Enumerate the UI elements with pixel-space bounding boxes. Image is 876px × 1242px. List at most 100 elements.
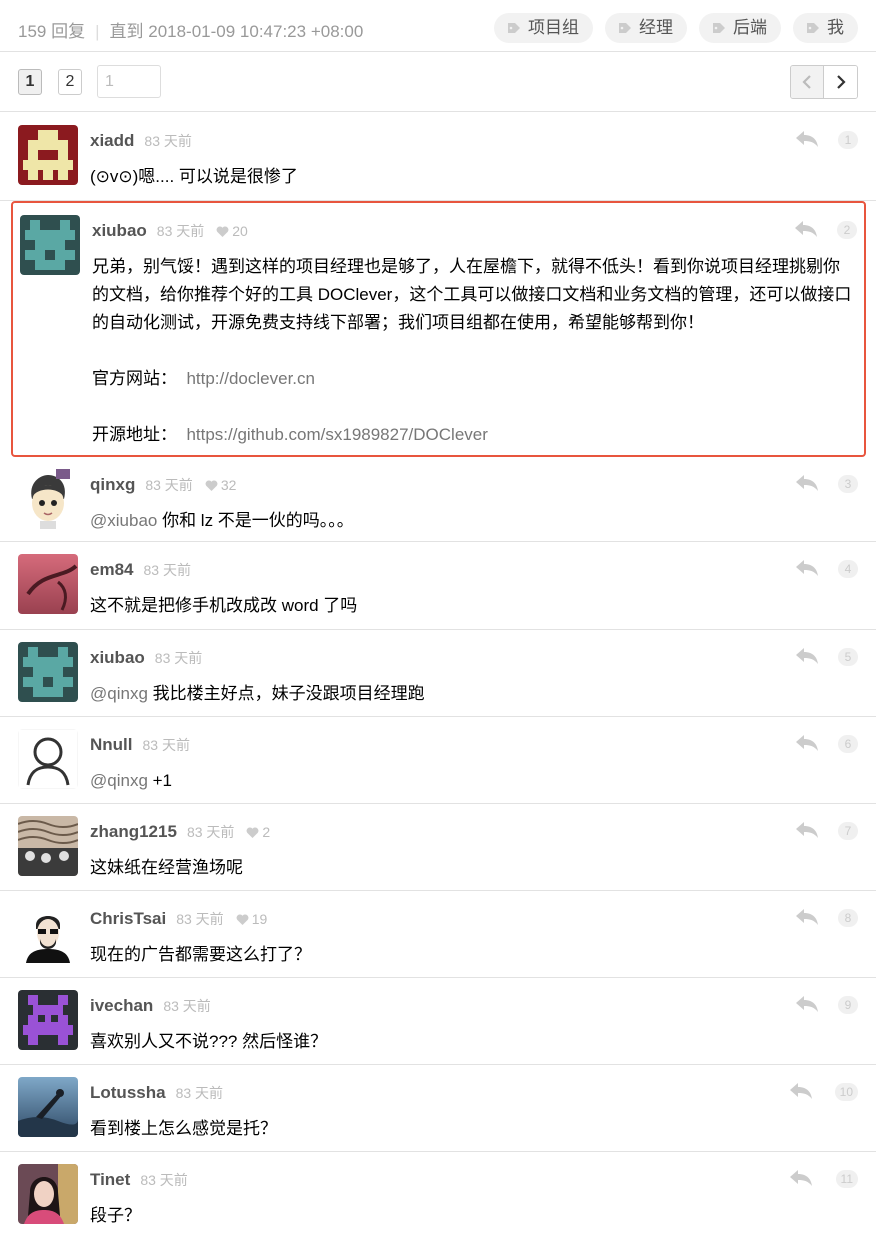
reply-time: 83 天前: [143, 562, 191, 578]
repo-link[interactable]: https://github.com/sx1989827/DOClever: [186, 425, 487, 444]
reply-time: 83 天前: [145, 477, 193, 493]
tag-icon: [619, 23, 631, 33]
reply-arrow-icon: [796, 131, 818, 147]
reply-arrow-icon: [796, 822, 818, 838]
reply-button[interactable]: [794, 994, 820, 1019]
heart-icon: [216, 226, 229, 237]
official-site-line: 官方网站： http://doclever.cn: [92, 365, 856, 393]
username[interactable]: xiadd 83 天前: [90, 131, 192, 151]
reply-button[interactable]: [794, 558, 820, 583]
floor-number: 4: [838, 560, 858, 578]
reply-text: 我比楼主好点，妹子没跟项目经理跑: [147, 684, 425, 703]
avatar[interactable]: [18, 1164, 78, 1224]
reply-arrow-icon: [796, 648, 818, 664]
reply-box: 159 回复 | 直到 2018-01-09 10:47:23 +08:00 项目组…: [0, 0, 876, 1242]
reply-arrow-icon: [796, 475, 818, 491]
floor-number: 8: [838, 909, 858, 927]
reply-arrow-icon: [795, 221, 817, 237]
next-page-button[interactable]: [824, 66, 857, 98]
page-jump-input[interactable]: 1: [97, 65, 161, 98]
reply-time: 83 天前: [156, 223, 205, 239]
reply-item: Nnull 83 天前 6 @qinxg +1: [0, 717, 876, 804]
prev-page-button[interactable]: [791, 66, 825, 98]
reply-arrow-icon: [790, 1170, 812, 1186]
page-1-button[interactable]: 1: [18, 69, 42, 95]
like-count: 2: [246, 824, 270, 840]
avatar[interactable]: [18, 990, 78, 1050]
avatar[interactable]: [18, 554, 78, 614]
reply-item: em84 83 天前 4 这不就是把修手机改成改 word 了吗: [0, 542, 876, 630]
reply-content: 喜欢别人又不说??? 然后怪谁？: [90, 1032, 328, 1051]
avatar[interactable]: [18, 729, 78, 789]
reply-button[interactable]: [793, 219, 819, 244]
reply-button[interactable]: [788, 1168, 814, 1193]
reply-content: 这不就是把修手机改成改 word 了吗: [90, 596, 358, 615]
avatar[interactable]: [18, 1077, 78, 1137]
reply-item: xiubao 83 天前 5 @qinxg 我比楼主好点，妹子没跟项目经理跑: [0, 630, 876, 717]
tag-link[interactable]: 我: [793, 13, 858, 43]
reply-item: Tinet 83 天前 11 段子？: [0, 1152, 876, 1242]
reply-time: 83 天前: [175, 1085, 224, 1101]
reply-item: Lotussha 83 天前 10 看到楼上怎么感觉是托？: [0, 1065, 876, 1152]
avatar[interactable]: [18, 125, 78, 185]
reply-time: 83 天前: [163, 998, 211, 1014]
reply-button[interactable]: [794, 646, 820, 671]
reply-arrow-icon: [796, 560, 818, 576]
tag-icon: [807, 23, 819, 33]
reply-time: 83 天前: [154, 650, 203, 666]
tag-label: 项目组: [528, 18, 579, 37]
page-2-button[interactable]: 2: [58, 69, 82, 95]
mention-link[interactable]: @qinxg: [90, 684, 148, 703]
username[interactable]: Tinet 83 天前: [90, 1170, 188, 1190]
heart-icon: [236, 914, 249, 925]
topic-tags: 项目组 经理 后端 我: [494, 13, 858, 43]
username[interactable]: ChrisTsai 83 天前 19: [90, 909, 267, 929]
reply-item: zhang1215 83 天前 2 7 这妹纸在经营渔场呢: [0, 804, 876, 891]
tag-label: 经理: [639, 18, 673, 37]
username[interactable]: ivechan 83 天前: [90, 996, 211, 1016]
avatar[interactable]: [18, 903, 78, 963]
reply-button[interactable]: [794, 129, 820, 154]
username[interactable]: xiubao 83 天前: [90, 648, 202, 668]
username[interactable]: qinxg 83 天前 32: [90, 475, 236, 495]
tag-icon: [508, 23, 520, 33]
reply-content: @qinxg 我比楼主好点，妹子没跟项目经理跑: [90, 680, 858, 708]
reply-header: 159 回复 | 直到 2018-01-09 10:47:23 +08:00 项目组…: [0, 0, 876, 52]
reply-arrow-icon: [796, 909, 818, 925]
reply-time: 83 天前: [144, 133, 192, 149]
chevron-right-icon: [836, 75, 846, 89]
username[interactable]: em84 83 天前: [90, 560, 191, 580]
username[interactable]: Lotussha 83 天前: [90, 1083, 223, 1103]
reply-item: xiadd 83 天前 1 (⊙v⊙)嗯.... 可以说是很惨了: [0, 113, 876, 201]
reply-button[interactable]: [794, 733, 820, 758]
floor-number: 11: [835, 1170, 858, 1188]
username[interactable]: zhang1215 83 天前 2: [90, 822, 270, 842]
tag-link[interactable]: 后端: [699, 13, 781, 43]
reply-item-highlighted: xiubao 83 天前 20 2 兄弟，别气馁！遇到这样的项目经理也是够了，人在屋…: [11, 201, 866, 457]
heart-icon: [246, 827, 259, 838]
avatar[interactable]: [20, 215, 80, 275]
reply-button[interactable]: [794, 473, 820, 498]
mention-link[interactable]: @xiubao: [90, 511, 157, 530]
heart-icon: [205, 480, 218, 491]
like-count: 20: [216, 223, 248, 239]
reply-content: 这妹纸在经营渔场呢: [90, 858, 243, 877]
username[interactable]: xiubao 83 天前 20: [92, 221, 248, 241]
avatar[interactable]: [18, 816, 78, 876]
tag-link[interactable]: 经理: [605, 13, 687, 43]
reply-text: 兄弟，别气馁！遇到这样的项目经理也是够了，人在屋檐下，就得不低头！看到你说项目经…: [92, 257, 852, 332]
reply-time: 83 天前: [140, 1172, 188, 1188]
reply-button[interactable]: [794, 820, 820, 845]
official-site-link[interactable]: http://doclever.cn: [186, 369, 315, 388]
floor-number: 2: [837, 221, 857, 239]
reply-arrow-icon: [796, 996, 818, 1012]
pagination: 1 2 1: [0, 52, 876, 112]
avatar[interactable]: [18, 642, 78, 702]
mention-link[interactable]: @qinxg: [90, 771, 148, 790]
tag-link[interactable]: 项目组: [494, 13, 593, 43]
reply-button[interactable]: [788, 1081, 814, 1106]
reply-button[interactable]: [794, 907, 820, 932]
avatar[interactable]: [18, 469, 78, 529]
site-label: 官方网站：: [92, 369, 177, 388]
username[interactable]: Nnull 83 天前: [90, 735, 190, 755]
